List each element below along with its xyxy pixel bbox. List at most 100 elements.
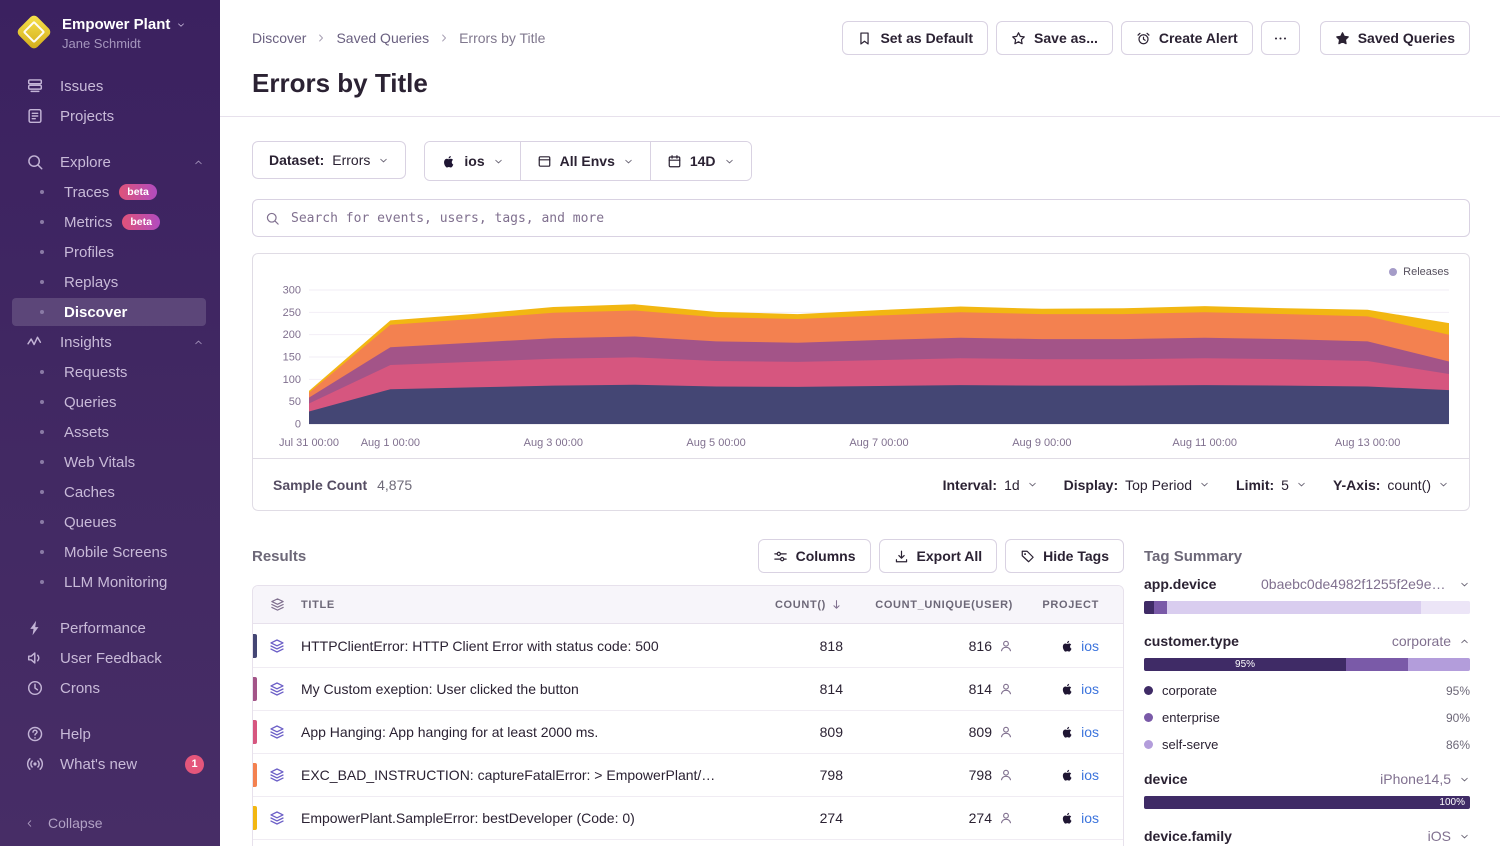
row-project[interactable]: ios	[1013, 724, 1123, 740]
sidebar-item-caches[interactable]: Caches	[0, 477, 220, 507]
row-project[interactable]: ios	[1013, 638, 1123, 654]
column-count[interactable]: COUNT()	[723, 598, 843, 611]
more-options-button[interactable]	[1261, 21, 1300, 55]
sidebar-item-label: Queues	[64, 514, 117, 531]
collapse-button[interactable]: Collapse	[0, 800, 220, 846]
sidebar-item-profiles[interactable]: Profiles	[0, 237, 220, 267]
stacked-area-chart[interactable]: 050100150200250300Jul 31 00:00Aug 1 00:0…	[265, 266, 1457, 458]
y-axis-selector[interactable]: Y-Axis:count()	[1333, 477, 1449, 493]
project-link[interactable]: ios	[1081, 810, 1099, 826]
project-link[interactable]: ios	[1081, 681, 1099, 697]
chart-legend[interactable]: Releases	[1389, 266, 1449, 278]
chevron-down-icon	[1296, 479, 1307, 490]
series-color-stripe	[253, 806, 257, 830]
row-title[interactable]: HTTPClientError: HTTP Client Error with …	[301, 638, 659, 654]
sidebar-item-replays[interactable]: Replays	[0, 267, 220, 297]
sidebar-item-explore[interactable]: Explore	[0, 147, 220, 177]
stack-trace-icon[interactable]	[269, 810, 285, 826]
table-row[interactable]: EmpowerPlant.SampleError: bestDeveloper …	[253, 796, 1123, 839]
sidebar-item-mobile-screens[interactable]: Mobile Screens	[0, 537, 220, 567]
project-link[interactable]: ios	[1081, 638, 1099, 654]
set-as-default-button[interactable]: Set as Default	[842, 21, 988, 55]
limit-selector[interactable]: Limit:5	[1236, 477, 1307, 493]
interval-selector[interactable]: Interval:1d	[943, 477, 1038, 493]
sidebar-item-metrics[interactable]: Metricsbeta	[0, 207, 220, 237]
tag-item[interactable]: corporate95%	[1144, 683, 1470, 698]
search-input[interactable]	[289, 210, 1457, 227]
row-title[interactable]: EmpowerPlant.SampleError: bestDeveloper …	[301, 810, 635, 826]
breadcrumb-discover[interactable]: Discover	[252, 30, 306, 46]
sidebar-item-issues[interactable]: Issues	[0, 71, 220, 101]
breadcrumb-saved-queries[interactable]: Saved Queries	[336, 30, 429, 46]
table-row[interactable]: EmpowerPlant.SampleError: happyCustomer …	[253, 839, 1123, 846]
user-icon	[999, 639, 1013, 653]
project-filter[interactable]: ios	[425, 142, 519, 180]
sidebar-item-assets[interactable]: Assets	[0, 417, 220, 447]
project-link[interactable]: ios	[1081, 767, 1099, 783]
row-project[interactable]: ios	[1013, 767, 1123, 783]
tag-distribution-bar[interactable]: 100%	[1144, 796, 1470, 809]
row-title[interactable]: My Custom exeption: User clicked the but…	[301, 681, 579, 697]
chevron-down-icon[interactable]	[1459, 579, 1470, 590]
table-row[interactable]: EXC_BAD_INSTRUCTION: captureFatalError: …	[253, 753, 1123, 796]
export-all-button[interactable]: Export All	[879, 539, 998, 573]
sidebar-item-projects[interactable]: Projects	[0, 101, 220, 131]
tag-item-label: enterprise	[1162, 710, 1220, 725]
column-count-unique[interactable]: COUNT_UNIQUE(USER)	[843, 599, 1013, 611]
table-row[interactable]: My Custom exeption: User clicked the but…	[253, 667, 1123, 710]
row-project[interactable]: ios	[1013, 681, 1123, 697]
sidebar-nav: IssuesProjects ExploreTracesbetaMetricsbe…	[0, 57, 220, 800]
tag-distribution-bar[interactable]: 95%	[1144, 658, 1470, 671]
results-toolbar: ColumnsExport AllHide Tags	[758, 539, 1124, 573]
sidebar-item-discover[interactable]: Discover	[0, 297, 220, 327]
table-row[interactable]: App Hanging: App hanging for at least 20…	[253, 710, 1123, 753]
sidebar-item-queues[interactable]: Queues	[0, 507, 220, 537]
stack-trace-icon[interactable]	[269, 681, 285, 697]
stack-trace-icon[interactable]	[269, 638, 285, 654]
button-label: Saved Queries	[1358, 30, 1455, 46]
chart-card: Releases 050100150200250300Jul 31 00:00A…	[252, 253, 1470, 511]
table-row[interactable]: HTTPClientError: HTTP Client Error with …	[253, 624, 1123, 667]
display-selector[interactable]: Display:Top Period	[1064, 477, 1210, 493]
saved-queries-button[interactable]: Saved Queries	[1320, 21, 1470, 55]
sidebar-item-performance[interactable]: Performance	[0, 613, 220, 643]
tag-summary-panel: Tag Summary app.device0baebc0de4982f1255…	[1144, 539, 1470, 846]
header-toolbar: Set as DefaultSave as...Create Alert Save…	[842, 21, 1470, 55]
sidebar-item-what-s-new[interactable]: What's new1	[0, 749, 220, 779]
chevron-down-icon[interactable]	[1459, 831, 1470, 842]
sidebar-item-insights[interactable]: Insights	[0, 327, 220, 357]
column-title[interactable]: TITLE	[301, 599, 723, 611]
row-count: 809	[723, 724, 843, 740]
chevron-down-icon[interactable]	[1459, 774, 1470, 785]
sidebar-item-queries[interactable]: Queries	[0, 387, 220, 417]
tag-item[interactable]: self-serve86%	[1144, 737, 1470, 752]
svg-text:Aug 11 00:00: Aug 11 00:00	[1172, 437, 1237, 449]
row-title[interactable]: EXC_BAD_INSTRUCTION: captureFatalError: …	[301, 767, 723, 783]
dataset-selector[interactable]: Dataset: Errors	[252, 141, 406, 179]
stack-trace-icon[interactable]	[269, 724, 285, 740]
row-title[interactable]: App Hanging: App hanging for at least 20…	[301, 724, 598, 740]
sidebar-item-crons[interactable]: Crons	[0, 673, 220, 703]
date-range-filter[interactable]: 14D	[650, 142, 751, 180]
create-alert-button[interactable]: Create Alert	[1121, 21, 1253, 55]
org-switcher[interactable]: Empower Plant Jane Schmidt	[0, 0, 220, 57]
sidebar-item-user-feedback[interactable]: User Feedback	[0, 643, 220, 673]
sidebar-item-llm-monitoring[interactable]: LLM Monitoring	[0, 567, 220, 597]
sidebar-item-web-vitals[interactable]: Web Vitals	[0, 447, 220, 477]
stack-trace-icon[interactable]	[269, 767, 285, 783]
sidebar-item-help[interactable]: Help	[0, 719, 220, 749]
row-project[interactable]: ios	[1013, 810, 1123, 826]
hide-tags-button[interactable]: Hide Tags	[1005, 539, 1124, 573]
tag-distribution-bar[interactable]	[1144, 601, 1470, 614]
environment-filter[interactable]: All Envs	[520, 142, 650, 180]
chevron-up-icon	[193, 157, 204, 168]
apple-icon	[1060, 639, 1074, 653]
tag-item[interactable]: enterprise90%	[1144, 710, 1470, 725]
sidebar-item-requests[interactable]: Requests	[0, 357, 220, 387]
sidebar-item-traces[interactable]: Tracesbeta	[0, 177, 220, 207]
chevron-up-icon[interactable]	[1459, 636, 1470, 647]
project-link[interactable]: ios	[1081, 724, 1099, 740]
column-project[interactable]: PROJECT	[1013, 599, 1123, 611]
save-as-button[interactable]: Save as...	[996, 21, 1113, 55]
columns-button[interactable]: Columns	[758, 539, 871, 573]
